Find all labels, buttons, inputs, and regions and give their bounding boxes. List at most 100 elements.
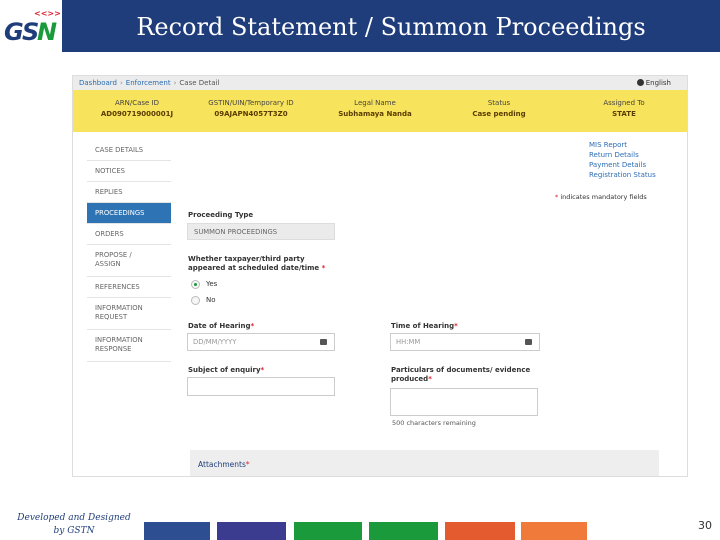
svg-text:<<>>: <<>>	[34, 9, 60, 18]
column-header: Assigned To	[603, 99, 645, 107]
sidebar-item-label: INFORMATION	[95, 336, 143, 344]
legal-name-value: Subhamaya Nanda	[338, 110, 412, 118]
sidebar-item-information-response[interactable]: INFORMATION RESPONSE	[87, 330, 171, 362]
appeared-label-line: Whether taxpayer/third party	[188, 255, 305, 263]
footer-stripe	[445, 522, 515, 540]
proceeding-type-label: Proceeding Type	[188, 211, 254, 219]
sidebar-item-label: INFORMATION	[95, 304, 143, 312]
date-of-hearing-label: Date of Hearing*	[188, 322, 254, 331]
clock-icon[interactable]	[525, 339, 532, 345]
quick-links: MIS Report Return Details Payment Detail…	[589, 140, 656, 180]
globe-icon	[636, 79, 644, 86]
link-payment-details[interactable]: Payment Details	[589, 160, 656, 170]
required-asterisk: *	[319, 264, 326, 272]
status-column: Status Case pending	[449, 99, 549, 118]
mandatory-note: * indicates mandatory fields	[555, 193, 647, 201]
footer-stripe	[521, 522, 587, 540]
proceeding-type-field: SUMMON PROCEEDINGS	[187, 223, 335, 240]
sidebar-item-propose-assign[interactable]: PROPOSE / ASSIGN	[87, 245, 171, 277]
subject-of-enquiry-label: Subject of enquiry*	[188, 366, 264, 375]
breadcrumb-dashboard[interactable]: Dashboard	[79, 79, 117, 87]
sidebar-item-orders[interactable]: ORDERS	[87, 224, 171, 245]
sidebar-item-notices[interactable]: NOTICES	[87, 161, 171, 182]
column-header: Status	[487, 99, 511, 107]
appeared-no-radio[interactable]	[191, 296, 200, 305]
case-id-value: AD090719000001J	[100, 110, 174, 118]
breadcrumb-separator: ›	[173, 79, 177, 87]
sidebar-item-label: PROPOSE /	[95, 251, 132, 259]
link-mis-report[interactable]: MIS Report	[589, 140, 656, 150]
sidebar-item-proceedings[interactable]: PROCEEDINGS	[87, 203, 171, 224]
gstn-logo: <<>> G S N	[4, 9, 60, 46]
language-label: English	[645, 79, 671, 87]
appeared-label-line: appeared at scheduled date/time	[188, 264, 320, 272]
sidebar-item-label: PROCEEDINGS	[95, 209, 145, 217]
sidebar-item-label: ASSIGN	[95, 260, 121, 268]
particulars-label: Particulars of documents/ evidence produ…	[391, 366, 530, 384]
page-number: 30	[698, 519, 712, 532]
legal-name-column: Legal Name Subhamaya Nanda	[325, 99, 425, 118]
sidebar-item-references[interactable]: REFERENCES	[87, 277, 171, 298]
appeared-yes-label: Yes	[206, 280, 218, 288]
slide-title: Record Statement / Summon Proceedings	[136, 13, 646, 41]
svg-text:G: G	[4, 18, 24, 46]
required-asterisk: *	[428, 375, 432, 383]
status-value: Case pending	[472, 110, 526, 118]
mandatory-note-text: indicates mandatory fields	[560, 193, 647, 201]
case-sidebar: CASE DETAILS NOTICES REPLIES PROCEEDINGS…	[87, 140, 171, 362]
slide-header: <<>> G S N Record Statement / Summon Pro…	[0, 0, 720, 52]
sidebar-item-replies[interactable]: REPLIES	[87, 182, 171, 203]
required-asterisk: *	[260, 366, 265, 374]
appeared-no-label: No	[206, 296, 216, 304]
footer-stripe	[369, 522, 438, 540]
assigned-to-column: Assigned To STATE	[577, 99, 671, 118]
assigned-to-value: STATE	[612, 110, 636, 118]
sidebar-item-label: REQUEST	[95, 313, 128, 321]
link-return-details[interactable]: Return Details	[589, 150, 656, 160]
sidebar-item-information-request[interactable]: INFORMATION REQUEST	[87, 298, 171, 330]
date-of-hearing-input[interactable]: DD/MM/YYYY	[187, 333, 335, 351]
sidebar-item-label: NOTICES	[95, 167, 125, 175]
gstin-column: GSTIN/UIN/Temporary ID 09AJAPN4057T3Z0	[199, 99, 303, 118]
sidebar-item-label: RESPONSE	[95, 345, 132, 353]
footer-stripe	[144, 522, 210, 540]
footer-credit: Developed and Designed by GSTN	[10, 512, 138, 538]
appeared-yes-radio[interactable]	[191, 280, 200, 289]
breadcrumb-separator: ›	[119, 79, 123, 87]
column-header: Legal Name	[354, 99, 396, 107]
breadcrumb-case-detail: Case Detail	[179, 79, 220, 87]
required-asterisk: *	[250, 322, 255, 330]
gstin-value: 09AJAPN4057T3Z0	[214, 110, 288, 118]
case-id-column: ARN/Case ID AD090719000001J	[87, 99, 187, 118]
attachments-section[interactable]: Attachments*	[190, 450, 659, 476]
subject-label-text: Subject of enquiry	[188, 366, 261, 374]
column-header: GSTIN/UIN/Temporary ID	[208, 99, 294, 107]
case-summary-bar: ARN/Case ID AD090719000001J GSTIN/UIN/Te…	[73, 90, 687, 132]
sidebar-item-label: REFERENCES	[95, 283, 140, 291]
calendar-icon[interactable]	[320, 339, 327, 345]
time-of-hearing-label: Time of Hearing*	[391, 322, 458, 331]
characters-remaining: 500 characters remaining	[392, 419, 476, 427]
footer-stripe	[217, 522, 286, 540]
footer-credit-line: Developed and Designed	[17, 513, 131, 523]
breadcrumb: Dashboard › Enforcement › Case Detail	[73, 76, 687, 90]
required-asterisk: *	[245, 460, 250, 469]
footer-credit-line: by GSTN	[53, 526, 95, 536]
breadcrumb-enforcement[interactable]: Enforcement	[126, 79, 171, 87]
sidebar-item-case-details[interactable]: CASE DETAILS	[87, 140, 171, 161]
subject-of-enquiry-input[interactable]	[187, 377, 335, 396]
link-registration-status[interactable]: Registration Status	[589, 170, 656, 180]
attachments-label: Attachments	[198, 460, 246, 469]
date-label-text: Date of Hearing	[188, 322, 251, 330]
particulars-textarea[interactable]	[390, 388, 538, 416]
svg-text:N: N	[37, 18, 57, 46]
appeared-label: Whether taxpayer/third party appeared at…	[188, 255, 325, 273]
required-asterisk: *	[454, 322, 458, 330]
sidebar-item-label: REPLIES	[95, 188, 123, 196]
portal-screenshot: Dashboard › Enforcement › Case Detail Englis…	[72, 75, 688, 477]
language-selector[interactable]: English	[636, 76, 671, 90]
time-of-hearing-input[interactable]: HH:MM	[390, 333, 540, 351]
case-detail-panel: CASE DETAILS NOTICES REPLIES PROCEEDINGS…	[73, 132, 687, 476]
footer-stripe	[294, 522, 362, 540]
time-label-text: Time of Hearing	[391, 322, 455, 330]
